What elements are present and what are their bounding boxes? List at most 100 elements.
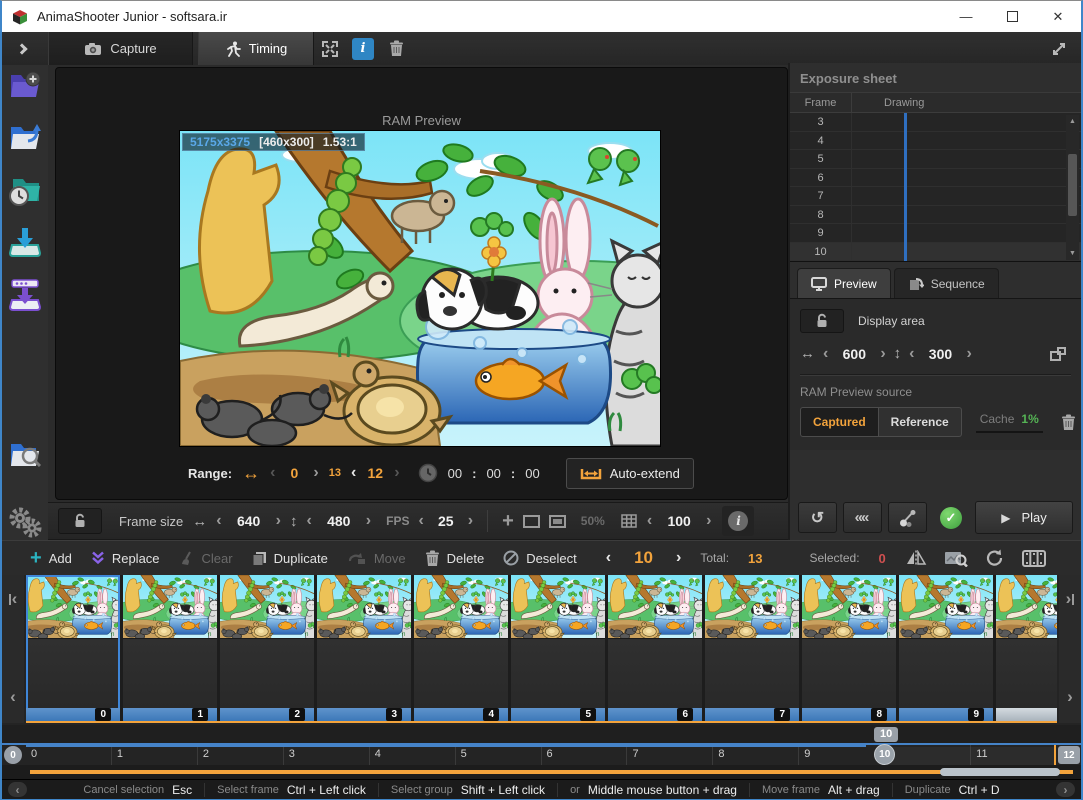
- frame-height-decrement[interactable]: ‹: [306, 513, 311, 529]
- timeline-frame-cell[interactable]: 9: [899, 575, 993, 721]
- search-project-button[interactable]: [8, 438, 42, 472]
- timeline-frame-cell[interactable]: 8: [802, 575, 896, 721]
- tab-capture[interactable]: Capture: [48, 32, 193, 65]
- refresh-icon[interactable]: [985, 549, 1005, 567]
- source-captured-button[interactable]: Captured: [800, 407, 879, 437]
- settings-button[interactable]: [8, 506, 42, 538]
- tab-preview[interactable]: Preview: [797, 268, 891, 298]
- go-last-frame-button[interactable]: ›: [1059, 579, 1081, 619]
- timeline-ruler[interactable]: 0 01234567891011 12: [2, 745, 1081, 765]
- metronome-button[interactable]: [888, 502, 927, 533]
- frame-width-decrement[interactable]: ‹: [216, 513, 221, 529]
- clear-cache-button[interactable]: [1061, 414, 1076, 431]
- grid-decrement[interactable]: ‹: [647, 513, 652, 529]
- exposure-row[interactable]: 9: [790, 224, 1081, 243]
- exposure-row[interactable]: 7: [790, 187, 1081, 206]
- prev-frame-button[interactable]: ‹: [2, 677, 24, 717]
- image-zoom-icon[interactable]: [944, 549, 968, 567]
- grid-increment[interactable]: ›: [706, 513, 711, 529]
- fps-decrement[interactable]: ‹: [418, 513, 423, 529]
- loop-button[interactable]: ↺: [798, 502, 837, 533]
- exposure-row[interactable]: 5: [790, 150, 1081, 169]
- move-frame-button[interactable]: Move: [347, 551, 406, 566]
- rewind-button[interactable]: ««: [843, 502, 882, 533]
- go-first-frame-button[interactable]: ‹: [2, 579, 24, 619]
- height-decrement[interactable]: ‹: [909, 346, 914, 362]
- exposure-row[interactable]: 3: [790, 113, 1081, 132]
- exposure-row[interactable]: 10: [790, 243, 1081, 262]
- timeline-frame-cell[interactable]: 3: [317, 575, 411, 721]
- frame-filled-icon[interactable]: [549, 515, 566, 528]
- timeline-frame-cell[interactable]: 4: [414, 575, 508, 721]
- fullscreen-button[interactable]: [314, 32, 346, 65]
- resize-icon[interactable]: [1049, 346, 1067, 362]
- ruler-cell[interactable]: 3: [283, 745, 369, 765]
- deselect-button[interactable]: Deselect: [503, 550, 577, 566]
- display-lock-button[interactable]: [800, 309, 844, 333]
- timeline-scrollbar[interactable]: [2, 765, 1081, 779]
- close-button[interactable]: ✕: [1035, 1, 1081, 32]
- status-scroll-left-button[interactable]: ‹: [8, 782, 27, 797]
- auto-extend-button[interactable]: Auto-extend: [566, 458, 694, 489]
- timeline-frame-cell[interactable]: 2: [220, 575, 314, 721]
- minimize-button[interactable]: —: [943, 1, 989, 32]
- exposure-row[interactable]: 4: [790, 132, 1081, 151]
- timeline-frame-cell[interactable]: 5: [511, 575, 605, 721]
- timeline-frame-cell-partial[interactable]: [996, 575, 1057, 721]
- timeline-frame-cell[interactable]: 1: [123, 575, 217, 721]
- duplicate-frame-button[interactable]: Duplicate: [252, 551, 328, 566]
- scroll-down-icon[interactable]: ▼: [1066, 247, 1079, 260]
- ruler-cell[interactable]: 5: [455, 745, 541, 765]
- height-increment[interactable]: ›: [966, 346, 971, 362]
- crosshair-icon[interactable]: +: [502, 510, 514, 533]
- info-button[interactable]: i: [352, 38, 374, 60]
- ruler-cell[interactable]: 6: [541, 745, 627, 765]
- menu-expand-button[interactable]: [2, 32, 42, 65]
- width-decrement[interactable]: ‹: [823, 346, 828, 362]
- ruler-cell[interactable]: 4: [369, 745, 455, 765]
- exposure-row[interactable]: 6: [790, 169, 1081, 188]
- next-frame-button[interactable]: ›: [1059, 677, 1081, 717]
- ruler-cell[interactable]: 0: [26, 745, 111, 765]
- play-button[interactable]: ▶ Play: [975, 501, 1073, 534]
- exposure-scroll-track[interactable]: [1066, 128, 1079, 247]
- add-frame-button[interactable]: + Add: [30, 551, 72, 566]
- width-increment[interactable]: ›: [880, 346, 885, 362]
- scroll-up-icon[interactable]: ▲: [1066, 115, 1079, 128]
- ruler-cell[interactable]: 7: [626, 745, 712, 765]
- archive-project-button[interactable]: [8, 279, 42, 313]
- frame-info-button[interactable]: i: [722, 506, 754, 536]
- mirror-icon[interactable]: [905, 550, 927, 566]
- range-start-increment[interactable]: ›: [313, 465, 318, 481]
- range-end-decrement[interactable]: ‹: [351, 465, 356, 481]
- import-frames-button[interactable]: [8, 226, 42, 258]
- clear-frame-button[interactable]: Clear: [179, 551, 233, 566]
- filmstrip-icon[interactable]: [1022, 550, 1046, 567]
- ruler-cell[interactable]: 8: [712, 745, 798, 765]
- maximize-button[interactable]: [989, 1, 1035, 32]
- fps-increment[interactable]: ›: [468, 513, 473, 529]
- ruler-cell[interactable]: 9: [798, 745, 884, 765]
- current-frame-decrement[interactable]: ‹: [606, 550, 611, 566]
- current-frame-increment[interactable]: ›: [676, 550, 681, 566]
- exposure-row[interactable]: 8: [790, 206, 1081, 225]
- detach-panel-button[interactable]: [1037, 32, 1081, 65]
- frame-cell-scroll-thumb[interactable]: [996, 708, 1057, 721]
- frame-height-increment[interactable]: ›: [366, 513, 371, 529]
- status-scroll-right-button[interactable]: ›: [1056, 782, 1075, 797]
- delete-frame-button[interactable]: Delete: [425, 550, 485, 567]
- range-end-increment[interactable]: ›: [394, 465, 399, 481]
- export-project-button[interactable]: [8, 121, 42, 155]
- tab-timing[interactable]: Timing: [198, 32, 314, 65]
- timeline-frame-cell[interactable]: 0: [26, 575, 120, 721]
- replace-frame-button[interactable]: Replace: [91, 551, 160, 566]
- exposure-scroll-thumb[interactable]: [1068, 154, 1077, 216]
- ruler-cell[interactable]: 2: [197, 745, 283, 765]
- recent-projects-button[interactable]: [8, 173, 42, 207]
- exposure-scrollbar[interactable]: ▲ ▼: [1066, 115, 1079, 260]
- delete-project-button[interactable]: [380, 32, 412, 65]
- ruler-cell[interactable]: 1: [111, 745, 197, 765]
- new-project-button[interactable]: [8, 69, 42, 103]
- timeline-position-badge[interactable]: 10: [874, 727, 898, 742]
- frame-outline-icon[interactable]: [523, 515, 540, 528]
